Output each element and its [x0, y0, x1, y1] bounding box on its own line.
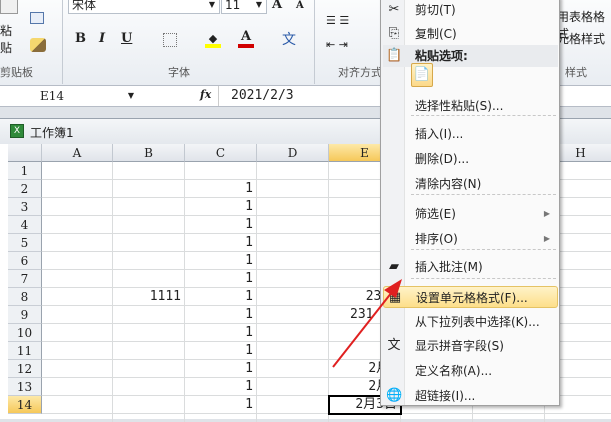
red-arrow-annotation [332, 279, 402, 368]
